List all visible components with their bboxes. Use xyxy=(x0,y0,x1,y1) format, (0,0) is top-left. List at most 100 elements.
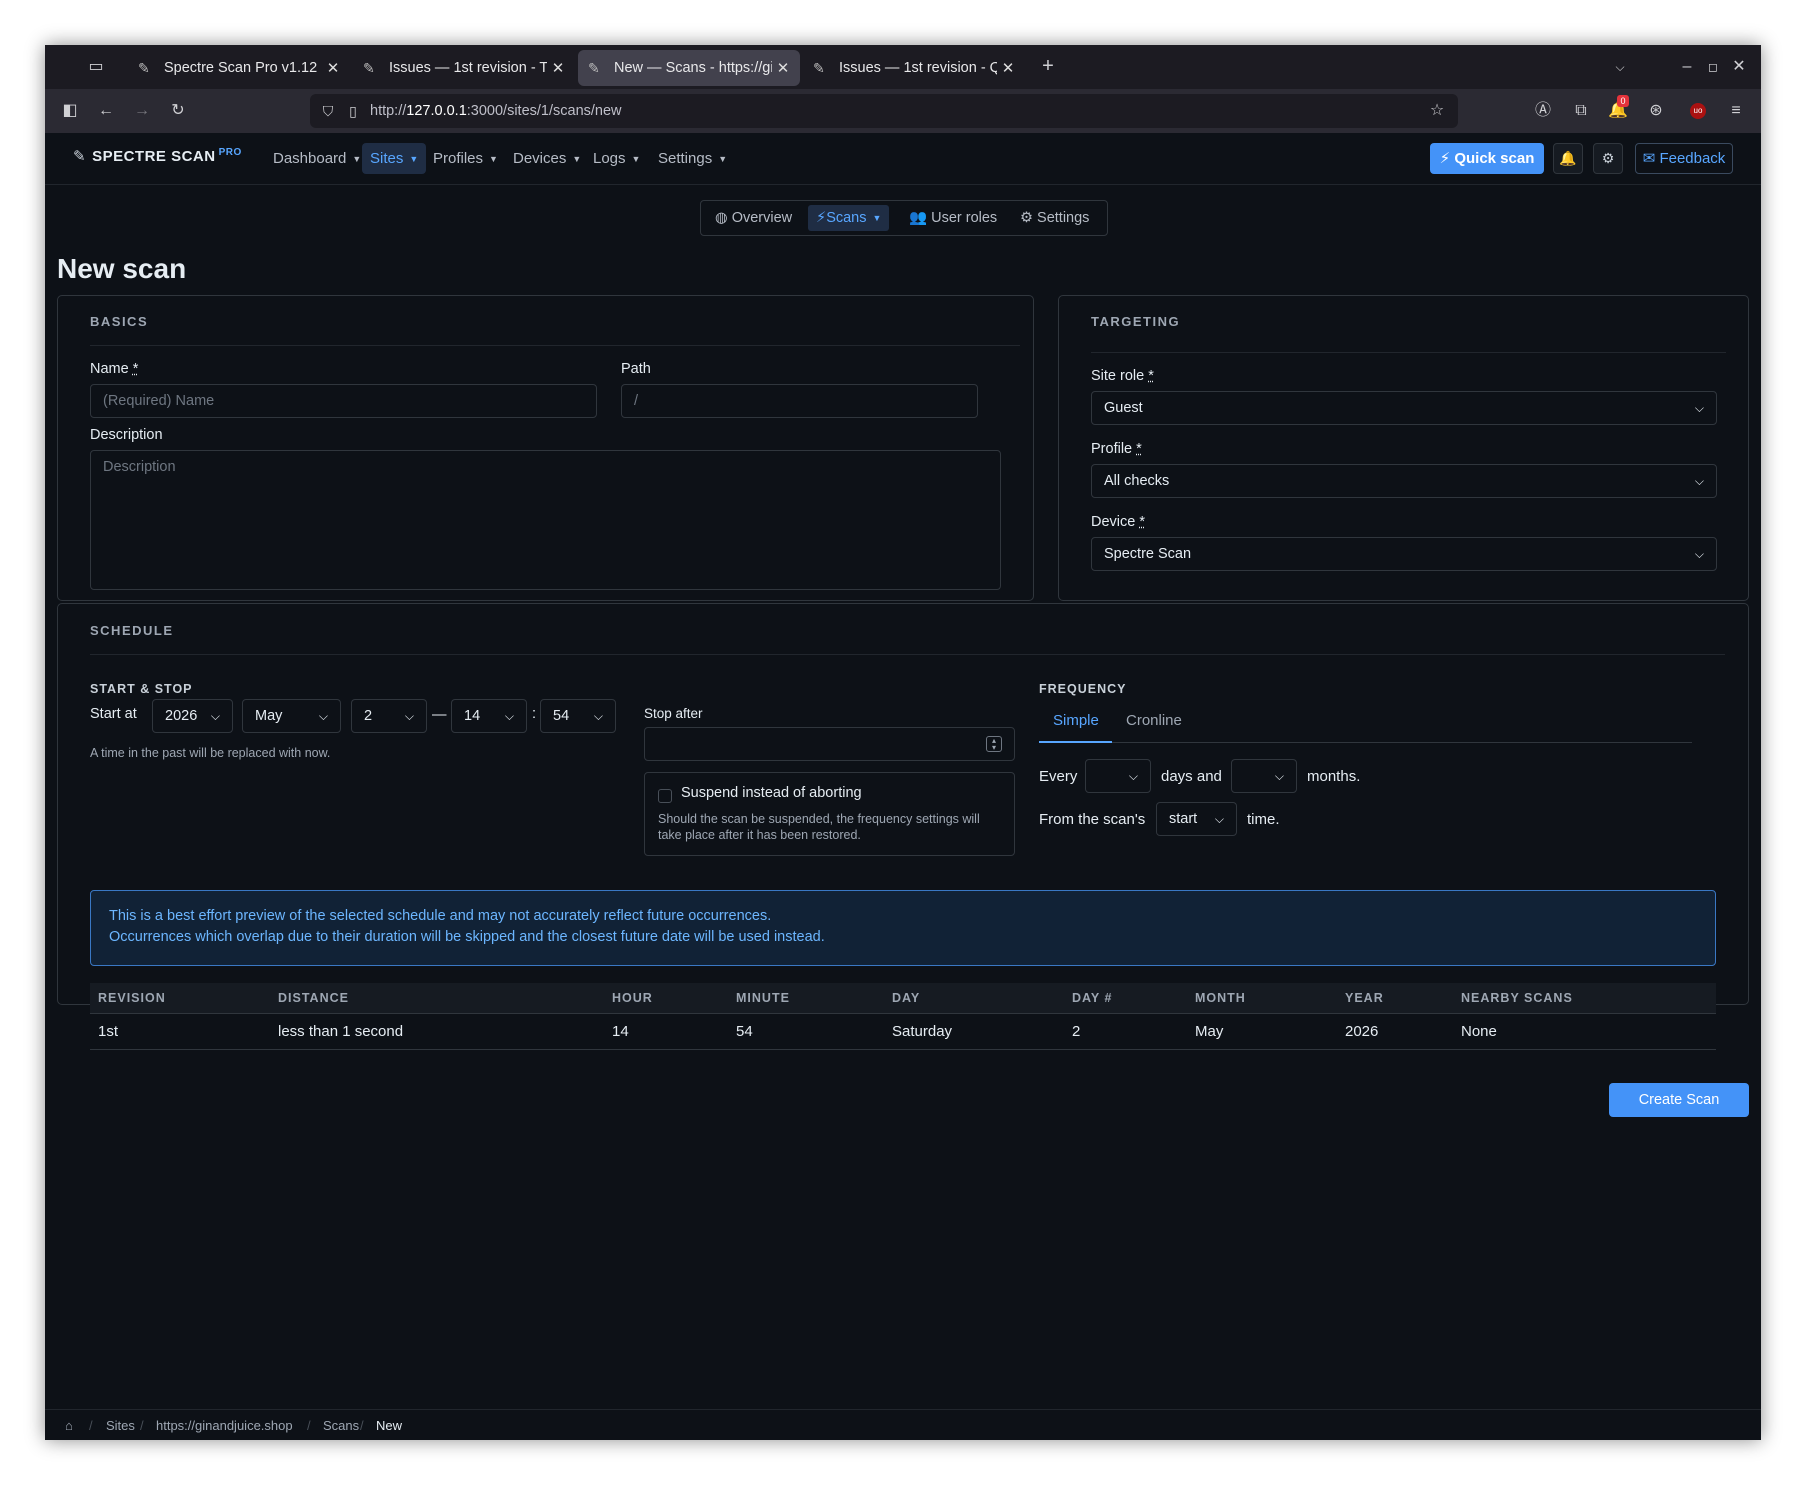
nav-settings[interactable]: Settings ▼ xyxy=(650,143,735,174)
close-icon[interactable]: ✕ xyxy=(551,59,565,77)
browser-window: ▭ ✎ Spectre Scan Pro v1.12 ✕ ✎ Issues — … xyxy=(45,45,1761,1440)
name-label: Name * xyxy=(90,361,139,377)
chevron-down-icon: ⌵ xyxy=(1694,401,1704,415)
table-cell: 2026 xyxy=(1337,1013,1453,1050)
nav-profiles[interactable]: Profiles ▼ xyxy=(425,143,506,174)
browser-tab[interactable]: ✎ Issues — 1st revision - Quic ✕ xyxy=(803,50,1025,86)
subnav-settings[interactable]: ⚙ Settings xyxy=(1012,205,1097,231)
stop-after-label: Stop after xyxy=(644,706,703,721)
edit-icon: ✎ xyxy=(363,60,375,76)
globe-icon: ◍ xyxy=(715,210,728,226)
theme-button[interactable]: ⚙ xyxy=(1593,143,1623,174)
create-scan-button[interactable]: Create Scan xyxy=(1609,1083,1749,1117)
envelope-icon: ✉ xyxy=(1642,150,1656,167)
device-select[interactable]: Spectre Scan ⌵ xyxy=(1091,537,1717,571)
from-start-select[interactable]: start ⌵ xyxy=(1156,802,1237,836)
tab-list-icon[interactable]: ⌵ xyxy=(1610,57,1630,77)
column-header: NEARBY SCANS xyxy=(1453,983,1716,1014)
time-separator: : xyxy=(532,706,537,722)
url-bar[interactable]: ⛉ ▯ http://127.0.0.1:3000/sites/1/scans/… xyxy=(310,94,1458,128)
sync-icon[interactable]: ⊛ xyxy=(1645,101,1667,121)
url-text: http://127.0.0.1:3000/sites/1/scans/new xyxy=(370,103,622,119)
suspend-label[interactable]: Suspend instead of aborting xyxy=(681,785,862,801)
start-month-select[interactable]: May ⌵ xyxy=(242,699,341,733)
bookmark-star-icon[interactable]: ☆ xyxy=(1426,101,1448,121)
quick-scan-button[interactable]: ⚡ Quick scan xyxy=(1430,143,1544,174)
start-minute-select[interactable]: 54 ⌵ xyxy=(540,699,616,733)
targeting-heading: TARGETING xyxy=(1091,314,1181,329)
tab-overview-icon[interactable]: ▭ xyxy=(85,57,107,77)
every-days-select[interactable]: ⌵ xyxy=(1085,759,1151,793)
breadcrumb-scans[interactable]: Scans xyxy=(323,1418,359,1433)
notifications-button[interactable]: 🔔 xyxy=(1553,143,1583,174)
home-icon[interactable]: ⌂ xyxy=(65,1418,73,1433)
sidebar-icon[interactable]: ◧ xyxy=(59,101,81,121)
forward-icon[interactable]: → xyxy=(131,101,153,121)
breadcrumb-separator: / xyxy=(360,1418,364,1433)
close-window-icon[interactable]: ✕ xyxy=(1731,57,1747,77)
tab-simple[interactable]: Simple xyxy=(1053,712,1099,729)
maximize-icon[interactable]: ◻ xyxy=(1705,57,1721,77)
feedback-button[interactable]: ✉ Feedback xyxy=(1635,143,1733,174)
stop-after-input[interactable]: ▴ ▾ xyxy=(644,727,1015,761)
site-role-label: Site role * xyxy=(1091,368,1154,384)
breadcrumb-site[interactable]: https://ginandjuice.shop xyxy=(156,1418,293,1433)
table-cell: Saturday xyxy=(884,1013,1064,1050)
path-input[interactable]: / xyxy=(621,384,978,418)
close-icon[interactable]: ✕ xyxy=(1001,59,1015,77)
breadcrumb-sites[interactable]: Sites xyxy=(106,1418,135,1433)
active-tab-indicator xyxy=(1039,741,1112,743)
close-icon[interactable]: ✕ xyxy=(776,59,790,77)
page-title: New scan xyxy=(57,253,187,284)
chevron-down-icon: ⌵ xyxy=(1694,474,1704,488)
brand-logo[interactable]: ✎ SPECTRE SCAN PRO xyxy=(73,147,242,165)
path-label: Path xyxy=(621,361,651,377)
start-stop-heading: START & STOP xyxy=(90,682,193,696)
tab-strip: ▭ ✎ Spectre Scan Pro v1.12 ✕ ✎ Issues — … xyxy=(45,45,1761,89)
chevron-down-icon: ⌵ xyxy=(504,709,514,723)
frequency-heading: FREQUENCY xyxy=(1039,682,1127,696)
start-year-select[interactable]: 2026 ⌵ xyxy=(152,699,233,733)
subnav-overview[interactable]: ◍ Overview xyxy=(707,205,800,231)
nav-sites[interactable]: Sites ▼ xyxy=(362,143,427,174)
column-header: YEAR xyxy=(1337,983,1453,1014)
browser-tab[interactable]: ✎ Issues — 1st revision - Test ✕ xyxy=(353,50,575,86)
every-months-select[interactable]: ⌵ xyxy=(1231,759,1297,793)
bolt-icon: ⚡ xyxy=(816,210,827,226)
tab-cronline[interactable]: Cronline xyxy=(1126,712,1182,729)
back-icon[interactable]: ← xyxy=(95,101,117,121)
users-icon: 👥 xyxy=(909,210,928,226)
nav-devices[interactable]: Devices ▼ xyxy=(505,143,589,174)
browser-tab[interactable]: ✎ Spectre Scan Pro v1.12 ✕ xyxy=(128,50,350,86)
edit-icon: ✎ xyxy=(588,60,600,76)
browser-tab-active[interactable]: ✎ New — Scans - https://gina ✕ xyxy=(578,50,800,86)
name-input[interactable]: (Required) Name xyxy=(90,384,597,418)
extensions-icon[interactable]: ⧉ xyxy=(1570,101,1592,121)
table-cell: 54 xyxy=(728,1013,884,1050)
shield-icon[interactable]: ⛉ xyxy=(318,101,338,121)
suspend-checkbox[interactable] xyxy=(658,789,672,803)
nav-logs[interactable]: Logs ▼ xyxy=(585,143,648,174)
past-time-note: A time in the past will be replaced with… xyxy=(90,746,331,760)
subnav-scans[interactable]: ⚡Scans ▼ xyxy=(808,205,890,231)
bell-icon: 🔔 xyxy=(1559,150,1577,166)
stepper-icon[interactable]: ▴ ▾ xyxy=(986,736,1002,752)
description-textarea[interactable]: Description xyxy=(90,450,1001,590)
start-day-select[interactable]: 2 ⌵ xyxy=(351,699,427,733)
ublock-icon[interactable]: uo xyxy=(1690,103,1706,119)
minimize-icon[interactable]: – xyxy=(1679,57,1695,77)
new-tab-icon[interactable]: + xyxy=(1038,56,1058,76)
start-hour-select[interactable]: 14 ⌵ xyxy=(451,699,527,733)
close-icon[interactable]: ✕ xyxy=(326,59,340,77)
device-label: Device * xyxy=(1091,514,1146,530)
account-icon[interactable]: Ⓐ xyxy=(1532,101,1554,121)
site-role-select[interactable]: Guest ⌵ xyxy=(1091,391,1717,425)
alert-line: Occurrences which overlap due to their d… xyxy=(109,929,825,945)
subnav-user-roles[interactable]: 👥 User roles xyxy=(901,205,1005,231)
reload-icon[interactable]: ↻ xyxy=(167,101,189,121)
nav-dashboard[interactable]: Dashboard ▼ xyxy=(265,143,369,174)
menu-icon[interactable]: ≡ xyxy=(1725,101,1747,121)
basics-heading: BASICS xyxy=(90,314,149,329)
divider xyxy=(90,654,1725,655)
profile-select[interactable]: All checks ⌵ xyxy=(1091,464,1717,498)
